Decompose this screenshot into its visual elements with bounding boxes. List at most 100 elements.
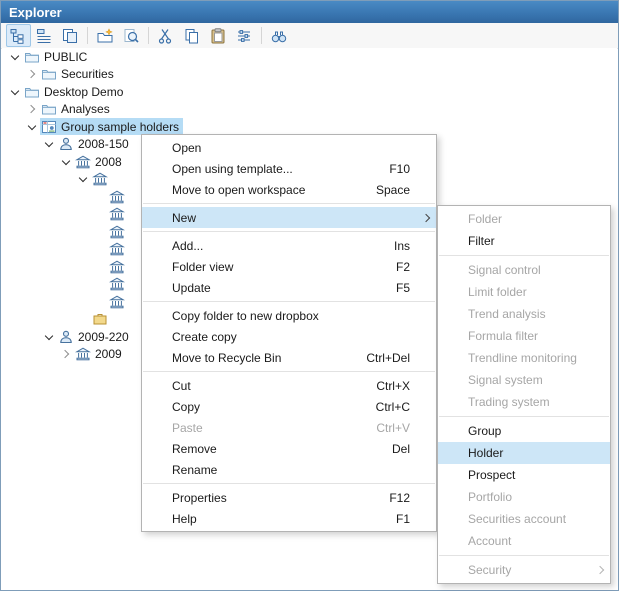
panes-icon: [61, 27, 79, 45]
submenu-item-filter[interactable]: Filter: [438, 230, 610, 252]
folder-icon: [41, 101, 57, 117]
menu-separator: [143, 371, 435, 372]
tree-item-label: Securities: [61, 67, 114, 81]
toolbar-button-filter-settings[interactable]: [232, 24, 257, 47]
tree-item-securities[interactable]: Securities: [2, 66, 617, 84]
submenu-item-security[interactable]: Security: [438, 559, 610, 581]
tree-item-label: 2008-150: [78, 137, 129, 151]
person-icon: [58, 329, 74, 345]
toolbar-button-cut[interactable]: [154, 24, 179, 47]
menu-item-properties[interactable]: PropertiesF12: [142, 487, 436, 508]
menu-item-help[interactable]: HelpF1: [142, 508, 436, 529]
tree-item-label: 2008: [95, 155, 122, 169]
menu-item-remove[interactable]: RemoveDel: [142, 438, 436, 459]
menu-separator: [439, 555, 609, 556]
tree-item-public[interactable]: PUBLIC: [2, 48, 617, 66]
person-icon: [58, 136, 74, 152]
tree-item-desktop-demo[interactable]: Desktop Demo: [2, 83, 617, 101]
submenu-item-signal-control[interactable]: Signal control: [438, 259, 610, 281]
bank-icon: [109, 224, 125, 240]
menu-item-open-using-template[interactable]: Open using template...F10: [142, 158, 436, 179]
tree-item-label: Group sample holders: [61, 120, 179, 134]
tree-item-label: PUBLIC: [44, 50, 87, 64]
chevron-down-icon[interactable]: [25, 120, 38, 133]
new-submenu: Folder Filter Signal control Limit folde…: [437, 205, 611, 584]
toolbar-button-folder-list[interactable]: [32, 24, 57, 47]
tree-item-label: Analyses: [61, 102, 110, 116]
bank-icon: [109, 294, 125, 310]
submenu-item-portfolio[interactable]: Portfolio: [438, 486, 610, 508]
explorer-window: Explorer PUBLIC Securities Desktop Demo: [0, 0, 619, 591]
submenu-item-signal-system[interactable]: Signal system: [438, 369, 610, 391]
folder-icon: [24, 84, 40, 100]
menu-separator: [439, 255, 609, 256]
tree-view-icon: [9, 27, 27, 45]
tree-item-group-sample-holders[interactable]: Group sample holders: [2, 118, 617, 136]
menu-separator: [143, 203, 435, 204]
copy-icon: [183, 27, 201, 45]
title-bar: Explorer: [1, 1, 618, 23]
folder-icon: [24, 49, 40, 65]
chevron-down-icon[interactable]: [59, 155, 72, 168]
menu-item-copy-folder-to-new-dropbox[interactable]: Copy folder to new dropbox: [142, 305, 436, 326]
menu-item-update[interactable]: UpdateF5: [142, 277, 436, 298]
toolbar-button-paste[interactable]: [206, 24, 231, 47]
menu-item-move-to-recycle-bin[interactable]: Move to Recycle BinCtrl+Del: [142, 347, 436, 368]
submenu-item-holder[interactable]: Holder: [438, 442, 610, 464]
submenu-item-trend-analysis[interactable]: Trend analysis: [438, 303, 610, 325]
menu-item-move-to-open-workspace[interactable]: Move to open workspaceSpace: [142, 179, 436, 200]
submenu-arrow-icon: [423, 215, 431, 221]
chevron-right-icon[interactable]: [25, 68, 38, 81]
toolbar-separator: [87, 27, 88, 44]
submenu-item-formula-filter[interactable]: Formula filter: [438, 325, 610, 347]
toolbar-button-copy[interactable]: [180, 24, 205, 47]
tree-item-analyses[interactable]: Analyses: [2, 101, 617, 119]
cut-icon: [157, 27, 175, 45]
toolbar-button-new-folder[interactable]: [93, 24, 118, 47]
tree-item-label: 2009-220: [78, 330, 129, 344]
toolbar-button-panes[interactable]: [58, 24, 83, 47]
submenu-item-trading-system[interactable]: Trading system: [438, 391, 610, 413]
chevron-down-icon[interactable]: [76, 173, 89, 186]
menu-item-open[interactable]: Open: [142, 137, 436, 158]
menu-item-folder-view[interactable]: Folder viewF2: [142, 256, 436, 277]
tree-item-label: Desktop Demo: [44, 85, 123, 99]
menu-item-new[interactable]: New: [142, 207, 436, 228]
menu-separator: [439, 416, 609, 417]
bank-icon: [109, 276, 125, 292]
binoculars-icon: [270, 27, 288, 45]
bank-icon: [109, 206, 125, 222]
submenu-item-folder[interactable]: Folder: [438, 208, 610, 230]
submenu-item-trendline-monitoring[interactable]: Trendline monitoring: [438, 347, 610, 369]
folder-icon: [41, 66, 57, 82]
chevron-right-icon[interactable]: [59, 348, 72, 361]
submenu-item-limit-folder[interactable]: Limit folder: [438, 281, 610, 303]
chevron-right-icon[interactable]: [25, 103, 38, 116]
bank-icon: [75, 154, 91, 170]
new-folder-icon: [96, 27, 114, 45]
menu-separator: [143, 231, 435, 232]
group-icon: [41, 119, 57, 135]
tree-item-label: 2009: [95, 347, 122, 361]
submenu-item-securities-account[interactable]: Securities account: [438, 508, 610, 530]
submenu-item-prospect[interactable]: Prospect: [438, 464, 610, 486]
menu-item-copy[interactable]: CopyCtrl+C: [142, 396, 436, 417]
menu-item-add[interactable]: Add...Ins: [142, 235, 436, 256]
submenu-item-account[interactable]: Account: [438, 530, 610, 552]
menu-item-rename[interactable]: Rename: [142, 459, 436, 480]
chevron-down-icon[interactable]: [42, 330, 55, 343]
account-icon: [92, 311, 108, 327]
toolbar-button-tree-view[interactable]: [6, 24, 31, 47]
menu-item-paste[interactable]: PasteCtrl+V: [142, 417, 436, 438]
chevron-down-icon[interactable]: [8, 85, 21, 98]
toolbar-button-find[interactable]: [267, 24, 292, 47]
bank-icon: [75, 346, 91, 362]
menu-item-cut[interactable]: CutCtrl+X: [142, 375, 436, 396]
chevron-down-icon[interactable]: [8, 50, 21, 63]
toolbar-button-search[interactable]: [119, 24, 144, 47]
bank-icon: [109, 189, 125, 205]
toolbar-separator: [261, 27, 262, 44]
submenu-item-group[interactable]: Group: [438, 420, 610, 442]
menu-item-create-copy[interactable]: Create copy: [142, 326, 436, 347]
chevron-down-icon[interactable]: [42, 138, 55, 151]
